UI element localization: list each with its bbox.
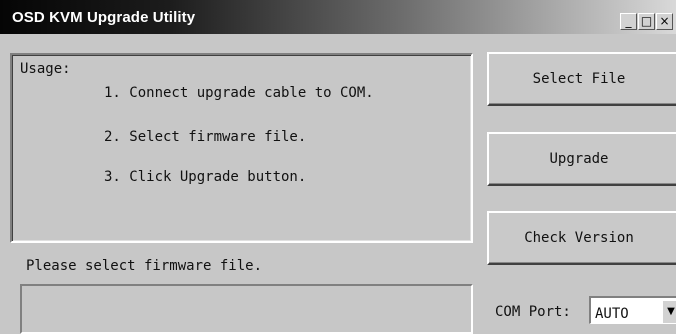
usage-heading: Usage: — [20, 61, 71, 77]
select-file-button[interactable]: Select File — [487, 52, 676, 106]
usage-step-2: 2. Select firmware file. — [104, 129, 307, 145]
maximize-button[interactable]: □ — [638, 13, 655, 30]
close-button[interactable]: × — [656, 13, 673, 30]
upgrade-button[interactable]: Upgrade — [487, 132, 676, 186]
usage-step-3: 3. Click Upgrade button. — [104, 169, 307, 185]
usage-step-1: 1. Connect upgrade cable to COM. — [104, 85, 374, 101]
title-bar: OSD KVM Upgrade Utility _ □ × — [0, 0, 676, 34]
progress-area — [20, 284, 473, 334]
com-port-label: COM Port: — [495, 304, 571, 320]
usage-panel: Usage: 1. Connect upgrade cable to COM. … — [10, 53, 473, 243]
status-message: Please select firmware file. — [26, 258, 263, 274]
window-title: OSD KVM Upgrade Utility — [12, 9, 196, 26]
minimize-button[interactable]: _ — [620, 13, 637, 30]
check-version-button[interactable]: Check Version — [487, 211, 676, 265]
